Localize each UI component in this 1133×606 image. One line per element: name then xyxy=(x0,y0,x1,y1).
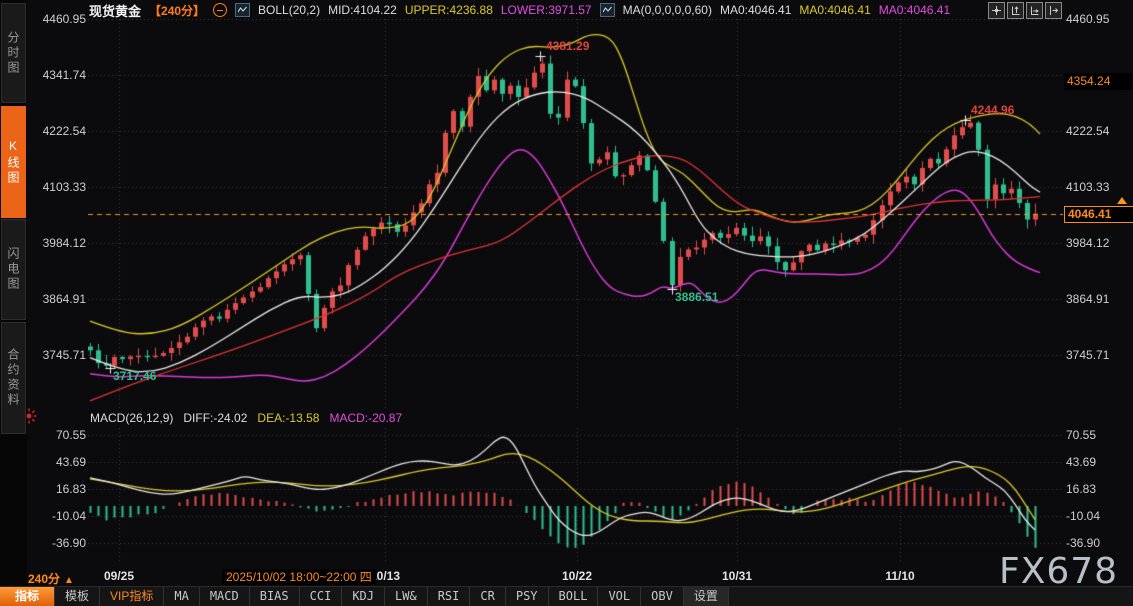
macd-axis-label-right-0: 70.55 xyxy=(1066,427,1120,443)
price-axis-label-left-4: 3984.12 xyxy=(32,235,86,251)
boll-label: BOLL(20,2) xyxy=(258,3,320,17)
price-axis-label-left-2: 4222.54 xyxy=(32,123,86,139)
footer-item-ind-vol[interactable]: VOL xyxy=(598,587,641,606)
price-axis-label-left-5: 3864.91 xyxy=(32,291,86,307)
price-axis-label-right-3: 4103.33 xyxy=(1066,179,1120,195)
date-tick-4: 11/10 xyxy=(885,569,914,583)
price-axis-label-left-0: 4460.95 xyxy=(32,11,86,27)
sidebar-tab-3[interactable]: 合约资料 xyxy=(1,322,26,434)
ma0-yellow-value: MA0:4046.41 xyxy=(799,3,870,17)
macd-diff-value: DIFF:-24.02 xyxy=(183,411,247,427)
macd-dea-value: DEA:-13.58 xyxy=(257,411,319,427)
macd-axis-label-left-1: 43.69 xyxy=(32,454,86,470)
chart-toolbar xyxy=(988,2,1062,19)
scale-x-axis-icon[interactable] xyxy=(1026,2,1043,19)
ma0-magenta-value: MA0:4046.41 xyxy=(879,3,950,17)
session-high-badge: 4354.24 xyxy=(1064,73,1132,90)
price-axis-label-right-5: 3864.91 xyxy=(1066,291,1120,307)
footer-item-ind-obv[interactable]: OBV xyxy=(641,587,684,606)
ma-indicator-icon[interactable] xyxy=(600,3,615,17)
sidebar: 分时图 K线图闪电图合约资料 xyxy=(0,0,27,586)
footer-item-tab-indicators[interactable]: 指标 xyxy=(0,587,55,606)
ma-label: MA(0,0,0,0,0,60) xyxy=(623,3,712,17)
footer-toolbar: 指标模板VIP指标MAMACDBIASCCIKDJLW&RSICRPSYBOLL… xyxy=(0,586,1133,606)
period-label: 【240分】 xyxy=(149,2,205,19)
date-tick-2: 10/22 xyxy=(562,569,592,583)
footer-item-ind-bias[interactable]: BIAS xyxy=(250,587,300,606)
price-arrow-marker xyxy=(1117,197,1127,204)
price-axis-label-right-6: 3745.71 xyxy=(1066,347,1120,363)
annotation-low-3: 3717.46 xyxy=(113,369,156,383)
price-chart-canvas[interactable] xyxy=(88,19,1063,564)
sidebar-tab-0[interactable]: 分时图 xyxy=(1,3,26,103)
footer-item-ind-kdj[interactable]: KDJ xyxy=(342,587,385,606)
footer-item-ind-boll[interactable]: BOLL xyxy=(549,587,599,606)
symbol-title: 现货黄金 xyxy=(89,1,141,20)
macd-axis-label-right-2: 16.83 xyxy=(1066,481,1120,497)
price-axis-label-right-4: 3984.12 xyxy=(1066,235,1120,251)
footer-item-ind-psy[interactable]: PSY xyxy=(506,587,549,606)
price-axis-label-left-3: 4103.33 xyxy=(32,179,86,195)
footer-item-settings[interactable]: 设置 xyxy=(684,587,729,606)
macd-name: MACD(26,12,9) xyxy=(90,411,173,427)
sidebar-tab-1[interactable]: K线图 xyxy=(1,106,26,218)
footer-item-ind-ma[interactable]: MA xyxy=(164,587,199,606)
current-price-badge: 4046.41 xyxy=(1064,206,1133,223)
boll-indicator-icon[interactable] xyxy=(235,3,250,17)
ma0-white-value: MA0:4046.41 xyxy=(720,3,791,17)
pane-expand-icon[interactable] xyxy=(1045,2,1062,19)
scale-y-axis-icon[interactable] xyxy=(1007,2,1024,19)
boll-mid-value: MID:4104.22 xyxy=(328,3,397,17)
period-up-arrow-icon: ▲ xyxy=(64,575,74,586)
price-axis-label-right-2: 4222.54 xyxy=(1066,123,1120,139)
footer-item-ind-cci[interactable]: CCI xyxy=(300,587,343,606)
macd-legend: MACD(26,12,9) DIFF:-24.02 DEA:-13.58 MAC… xyxy=(90,411,402,427)
footer-item-tab-templates[interactable]: 模板 xyxy=(55,587,100,606)
trading-app-window: 分时图 K线图闪电图合约资料 现货黄金 【240分】 BOLL(20,2) MID… xyxy=(0,0,1133,606)
date-tick-3: 10/31 xyxy=(722,569,752,583)
macd-axis-label-right-4: -36.90 xyxy=(1066,535,1120,551)
macd-axis-label-right-1: 43.69 xyxy=(1066,454,1120,470)
footer-item-ind-macd[interactable]: MACD xyxy=(200,587,250,606)
annotation-low-2: 3886.51 xyxy=(675,290,718,304)
price-axis-label-right-0: 4460.95 xyxy=(1066,11,1120,27)
topbar: 现货黄金 【240分】 BOLL(20,2) MID:4104.22 UPPER… xyxy=(27,0,1133,20)
annotation-high-1: 4244.96 xyxy=(971,103,1014,117)
macd-axis-label-left-2: 16.83 xyxy=(32,481,86,497)
annotation-high-0: 4381.29 xyxy=(546,39,589,53)
footer-item-ind-rsi[interactable]: RSI xyxy=(428,587,471,606)
macd-macd-value: MACD:-20.87 xyxy=(329,411,402,427)
footer-item-vip-indicators[interactable]: VIP指标 xyxy=(100,587,164,606)
bar-datetime-tooltip: 2025/10/02 18:00~22:00 四 xyxy=(222,569,376,585)
period-badge[interactable]: 240分▲ xyxy=(28,570,74,587)
sidebar-tab-2[interactable]: 闪电图 xyxy=(1,219,26,320)
price-axis-label-left-6: 3745.71 xyxy=(32,347,86,363)
macd-axis-label-left-3: -10.04 xyxy=(32,508,86,524)
date-axis: 09/2510/1310/2210/3111/10 xyxy=(0,569,1133,586)
macd-axis-label-right-3: -10.04 xyxy=(1066,508,1120,524)
crosshair-icon[interactable] xyxy=(988,2,1005,19)
footer-item-ind-lwr[interactable]: LW& xyxy=(385,587,428,606)
date-tick-0: 09/25 xyxy=(104,569,134,583)
footer-item-ind-cr[interactable]: CR xyxy=(470,587,505,606)
boll-lower-value: LOWER:3971.57 xyxy=(501,3,592,17)
macd-axis-label-left-0: 70.55 xyxy=(32,427,86,443)
price-axis-label-left-1: 4341.74 xyxy=(32,67,86,83)
boll-upper-value: UPPER:4236.88 xyxy=(405,3,493,17)
macd-axis-label-left-4: -36.90 xyxy=(32,535,86,551)
collapse-icon[interactable] xyxy=(213,3,227,17)
